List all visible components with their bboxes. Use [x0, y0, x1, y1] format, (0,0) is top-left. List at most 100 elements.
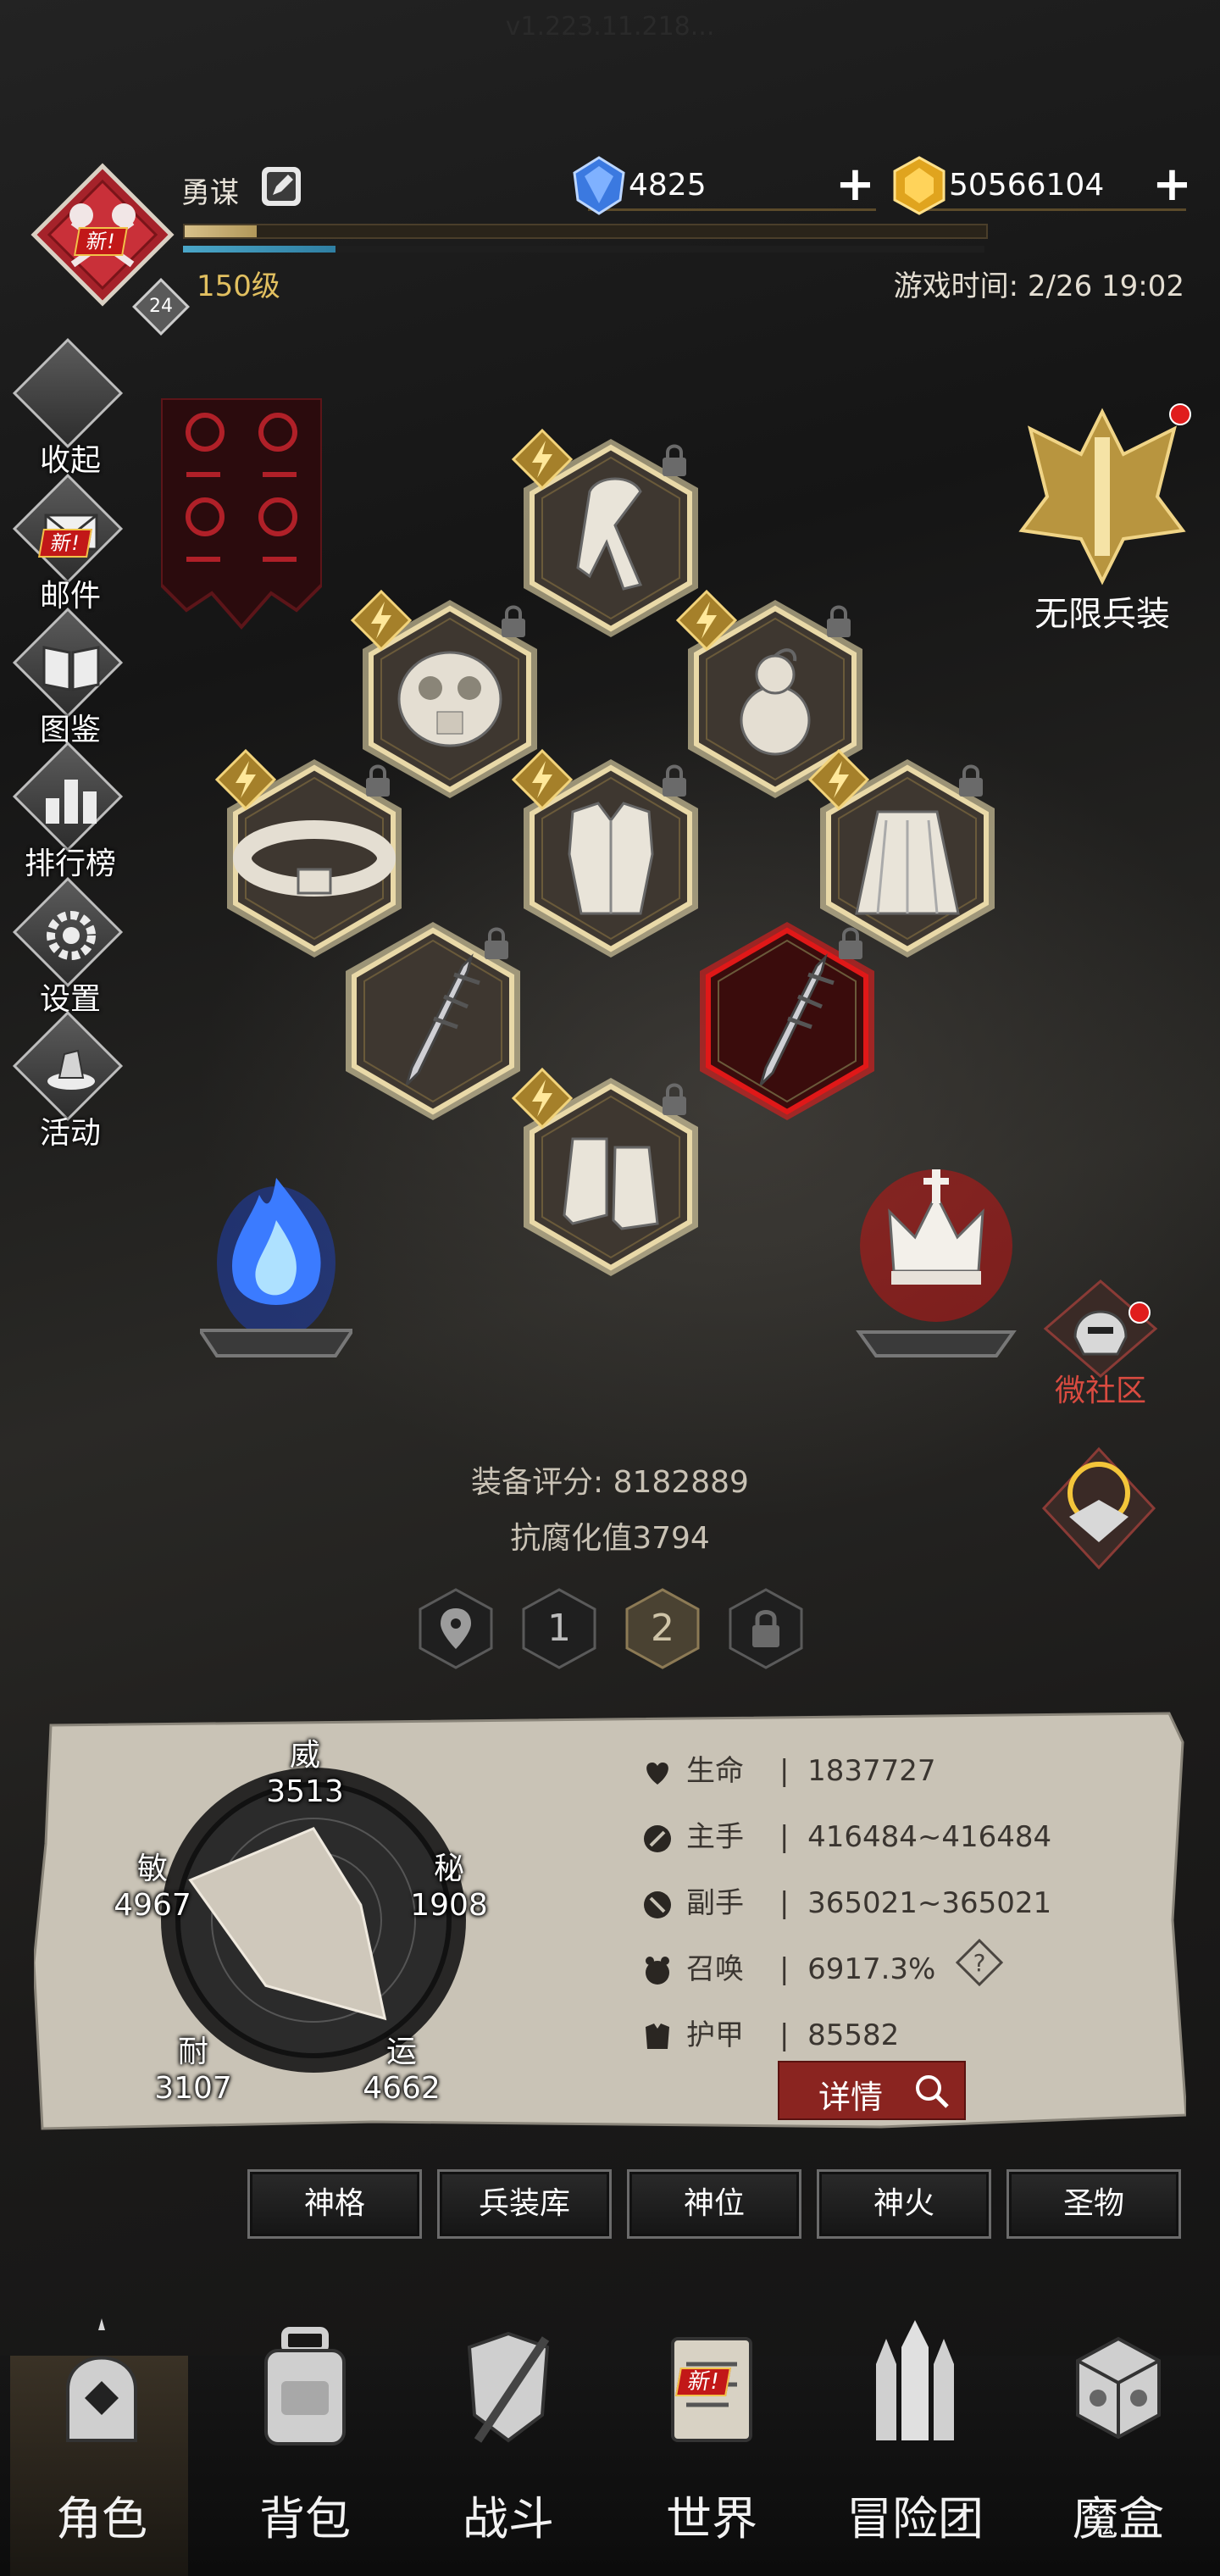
- gear-icon: [47, 911, 96, 960]
- community-button[interactable]: 微社区: [1037, 1278, 1164, 1413]
- side-activity-label: 活动: [39, 1116, 101, 1151]
- secondary-bar: [183, 246, 984, 253]
- nav-world[interactable]: 新! 世界: [610, 2305, 813, 2576]
- slot-lock-icon: [657, 441, 702, 485]
- community-notification: [1128, 1302, 1151, 1324]
- slot-armor[interactable]: [511, 748, 708, 964]
- radar-label-min: 敏 4967: [114, 1852, 191, 1923]
- community-label: 微社区: [1054, 1374, 1146, 1408]
- helmet-icon: [1043, 1280, 1158, 1378]
- location-page-button[interactable]: [415, 1586, 496, 1674]
- side-ranking-button[interactable]: 排行榜: [7, 741, 134, 881]
- summon-help-icon[interactable]: ?: [955, 1938, 1004, 1990]
- tab-armory[interactable]: 兵装库: [437, 2169, 612, 2239]
- side-collapse-button[interactable]: 收起: [7, 337, 134, 478]
- side-collapse-label: 收起: [39, 443, 101, 478]
- gold-value: 50566104: [949, 168, 1105, 203]
- page-2-label: 2: [651, 1607, 674, 1650]
- nav-battle-label: 战斗: [463, 2492, 554, 2545]
- nav-magic-box[interactable]: 魔盒: [1017, 2305, 1220, 2576]
- sword-icon: [644, 1824, 671, 1852]
- blue-flame-icon[interactable]: [197, 1076, 356, 1385]
- mail-new-badge: 新!: [38, 529, 92, 558]
- slot-boots[interactable]: [511, 1067, 708, 1283]
- guild-icon: [876, 2320, 954, 2440]
- side-ranking-label: 排行榜: [24, 847, 116, 881]
- book-icon: [42, 646, 100, 691]
- tab-divine-fire[interactable]: 神火: [817, 2169, 991, 2239]
- character-screen: v1.223.11.218... 新! 24 勇谋 150级 游戏时间: 2/2…: [0, 0, 1220, 2576]
- details-button[interactable]: 详情: [778, 2061, 966, 2120]
- backpack-icon: [264, 2327, 346, 2446]
- add-gem-button[interactable]: +: [835, 161, 875, 208]
- nav-guild-label: 冒险团: [846, 2492, 984, 2545]
- infinite-gear-button[interactable]: 无限兵装: [1013, 403, 1191, 641]
- equipment-score: 装备评分: 8182889: [471, 1465, 749, 1500]
- slot-lock-icon: [361, 761, 405, 805]
- slot-main-weapon[interactable]: [336, 915, 530, 1127]
- slot-lock-icon: [496, 602, 541, 646]
- activity-icon: [47, 1049, 95, 1090]
- nav-backpack-label: 背包: [259, 2492, 351, 2545]
- stat-row-life: 生命 | 1837727: [640, 1747, 936, 1790]
- side-mail-button[interactable]: 新! 邮件: [7, 473, 134, 613]
- player-level: 150级: [197, 269, 280, 303]
- page-1-label: 1: [547, 1607, 571, 1650]
- nav-character-label: 角色: [56, 2492, 147, 2545]
- slot-lock-icon: [954, 761, 998, 805]
- page-2-button[interactable]: 2: [622, 1586, 703, 1671]
- game-time: 游戏时间: 2/26 19:02: [893, 269, 1184, 303]
- heart-icon: [646, 1762, 668, 1785]
- version-label: v1.223.11.218...: [505, 12, 715, 42]
- player-name: 勇谋: [181, 176, 239, 210]
- tab-relic[interactable]: 圣物: [1006, 2169, 1181, 2239]
- tab-god-position[interactable]: 神位: [627, 2169, 801, 2239]
- collapse-icon: [12, 337, 124, 449]
- slot-lock-icon: [834, 924, 878, 968]
- svg-text:?: ?: [973, 1949, 986, 1977]
- side-settings-button[interactable]: 设置: [7, 876, 134, 1017]
- world-new-badge: 新!: [675, 2368, 732, 2396]
- avatar-new-badge: 新!: [74, 227, 128, 256]
- details-label: 详情: [818, 2079, 884, 2116]
- dagger-icon: [644, 1890, 671, 1918]
- stat-row-off-hand: 副手 | 365021~365021: [640, 1879, 1051, 1922]
- crown-icon[interactable]: [856, 1152, 1017, 1385]
- slot-lock-icon: [657, 1080, 702, 1124]
- side-book-label: 图鉴: [39, 713, 101, 747]
- nav-backpack[interactable]: 背包: [203, 2305, 407, 2576]
- stat-row-armor: 护甲 | 85582: [640, 2012, 899, 2054]
- magic-box-icon: [1076, 2336, 1161, 2440]
- side-settings-label: 设置: [39, 982, 101, 1017]
- exp-bar: [183, 224, 988, 239]
- character-icon: [66, 2318, 137, 2442]
- summon-icon: [646, 1956, 669, 1985]
- side-mail-label: 邮件: [39, 579, 101, 613]
- infinite-gear-notification: [1169, 403, 1191, 425]
- battle-icon: [467, 2331, 550, 2443]
- gold-icon: [891, 156, 947, 219]
- stat-row-main-hand: 主手 | 416484~416484: [640, 1813, 1051, 1856]
- side-book-button[interactable]: 图鉴: [7, 607, 134, 747]
- slot-lock-icon: [657, 761, 702, 805]
- nav-character[interactable]: 角色: [0, 2305, 203, 2576]
- magnifier-icon: [916, 2075, 949, 2108]
- guild-banner[interactable]: [159, 397, 324, 647]
- gem-value: 4825: [629, 168, 707, 203]
- side-activity-button[interactable]: 活动: [7, 1010, 134, 1151]
- slot-off-weapon[interactable]: [690, 915, 884, 1127]
- edit-name-icon[interactable]: [259, 164, 303, 208]
- radar-label-yun: 运 4662: [363, 2035, 441, 2106]
- add-gold-button[interactable]: +: [1152, 161, 1192, 208]
- stat-row-summon: 召唤 | 6917.3%: [640, 1946, 935, 1988]
- tab-divinity[interactable]: 神格: [247, 2169, 422, 2239]
- radar-label-mi: 秘 1908: [410, 1852, 488, 1923]
- radar-label-nai: 耐 3107: [154, 2035, 232, 2106]
- stats-panel: 威 3513 秘 1908 运 4662 耐 3107 敏 4967 生命 | 183772…: [34, 1708, 1186, 2132]
- nav-guild[interactable]: 冒险团: [813, 2305, 1017, 2576]
- page-1-button[interactable]: 1: [518, 1586, 600, 1671]
- nav-battle[interactable]: 战斗: [407, 2305, 610, 2576]
- locked-page-button[interactable]: [725, 1586, 807, 1674]
- infinite-gear-icon: [1018, 408, 1186, 586]
- nav-world-label: 世界: [666, 2492, 757, 2545]
